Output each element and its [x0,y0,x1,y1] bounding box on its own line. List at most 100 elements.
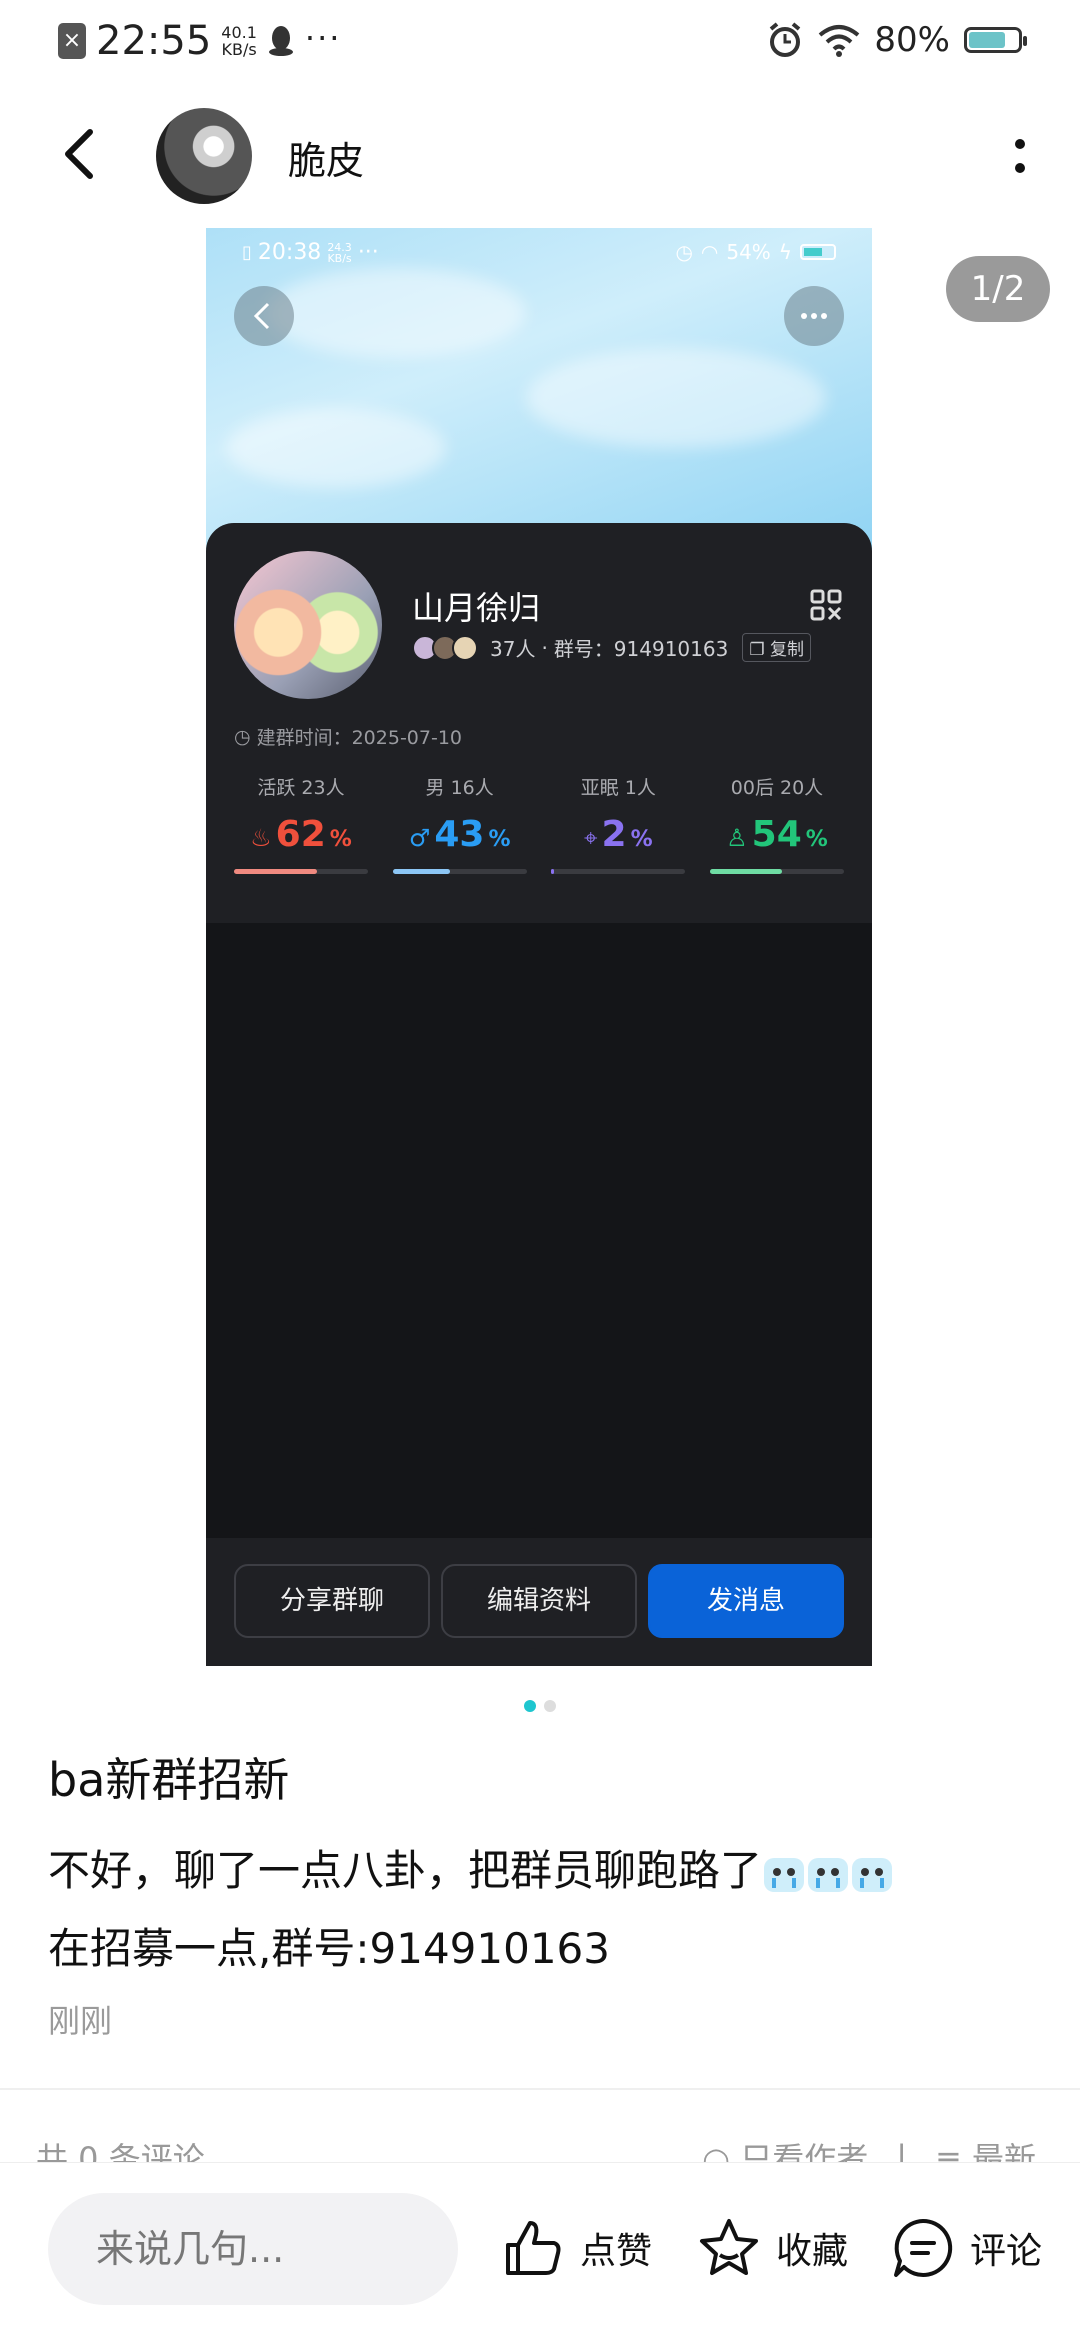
post-body-line: 不好，聊了一点八卦，把群员聊跑路了 [48,1832,1038,1910]
inner-network-speed: 24.3 KB/s [327,242,352,264]
network-speed: 40.1 KB/s [221,24,257,58]
qq-penguin-icon [268,26,293,56]
battery-percent: 80% [874,20,950,60]
comment-button[interactable]: 评论 [890,2215,1042,2281]
author-name[interactable]: 脆皮 [288,130,364,185]
inner-alarm-icon: ◷ [675,240,693,264]
post-body-text: 不好，聊了一点八卦，把群员聊跑路了 [48,1846,763,1895]
stat-label: 00后 20人 [730,777,824,799]
inner-status-left: ▯ 20:38 24.3 KB/s ··· [242,240,379,265]
stat-bar [234,869,368,874]
post-body: 不好，聊了一点八卦，把群员聊跑路了 在招募一点,群号:914910163 [48,1832,1038,1988]
inner-network-speed-value: 24.3 [327,240,352,254]
group-avatar [234,551,382,699]
comment-input[interactable]: 来说几句... [48,2193,458,2305]
crying-emoji-icon [764,1857,805,1892]
network-speed-unit: KB/s [221,40,257,59]
carousel-dots [0,1700,1080,1712]
stat-active: 活跃 23人 ♨ 62% [234,773,368,874]
group-number: 群号：914910163 [553,637,729,661]
stat-number: 2 [601,814,627,855]
inner-clock: 20:38 [257,240,322,265]
status-bar: × 22:55 40.1 KB/s ··· 80% [0,0,1080,84]
copy-label: 复制 [770,640,804,660]
copy-button: ❐ 复制 [742,633,811,662]
edit-profile-button: 编辑资料 [441,1564,637,1638]
group-meta: 37人 · 群号：914910163 ❐ 复制 [412,633,811,662]
clock-icon: ◷ [234,725,251,748]
stat-value: ♙ 54% [710,814,844,855]
stat-location: 亚眠 1人 ⌖ 2% [551,773,686,874]
group-banner: ▯ 20:38 24.3 KB/s ··· ◷ ◠ 54% ϟ [206,228,872,558]
favorite-label: 收藏 [776,2231,849,2272]
qr-code-icon [810,589,842,621]
stat-label: 男 16人 [425,777,494,799]
network-speed-value: 40.1 [221,23,257,42]
stat-bar-fill [551,869,554,874]
clock: 22:55 [96,18,212,64]
favorite-button[interactable]: 收藏 [696,2215,848,2281]
location-icon: ⌖ [584,824,598,852]
stat-label: 活跃 23人 [257,777,345,799]
carousel-dot-active[interactable] [524,1700,536,1712]
group-stats: 活跃 23人 ♨ 62% 男 16人 ♂ 43% 亚眠 1人 ⌖ 2 % 00后… [234,773,844,874]
post-title: ba新群招新 [48,1753,290,1807]
crying-emoji-icon [852,1857,893,1892]
stat-bar [551,869,686,874]
created-date-text: 建群时间：2025-07-10 [256,727,463,749]
more-vertical-icon[interactable] [1008,136,1032,180]
created-date: ◷ 建群时间：2025-07-10 [234,723,462,750]
stat-unit: % [488,827,511,852]
stat-age: 00后 20人 ♙ 54% [709,773,844,874]
inner-sim-icon: ▯ [242,242,252,263]
like-label: 点赞 [580,2231,653,2272]
post-image[interactable]: ▯ 20:38 24.3 KB/s ··· ◷ ◠ 54% ϟ 山月徐归 37人… [206,228,872,1666]
inner-wifi-icon: ◠ [700,240,719,264]
thumbs-up-icon [506,2221,561,2275]
alarm-icon [770,22,801,57]
inner-network-speed-unit: KB/s [327,251,352,265]
member-avatar [452,634,478,661]
stat-unit: % [805,827,828,852]
comment-bubble-icon [894,2218,953,2277]
battery-icon [964,27,1027,53]
like-button[interactable]: 点赞 [500,2215,652,2281]
image-pager: 1/2 [946,256,1050,322]
stat-male: 男 16人 ♂ 43% [392,773,527,874]
stat-bar-fill [709,869,783,874]
stat-number: 62 [275,814,326,855]
wifi-icon [819,25,860,57]
inner-status-right: ◷ ◠ 54% ϟ [675,240,836,264]
divider [0,2088,1080,2090]
more-notifications-icon: ··· [304,19,342,57]
group-name: 山月徐归 [412,589,541,627]
male-icon: ♂ [408,824,431,852]
bottom-action-bar: 来说几句... 点赞 收藏 评论 [0,2162,1080,2340]
author-avatar[interactable] [156,108,252,204]
stat-bar [392,869,527,874]
stat-number: 43 [434,814,485,855]
crying-emoji-icon [808,1857,849,1892]
group-info-card: 山月徐归 37人 · 群号：914910163 ❐ 复制 ◷ 建群时间：2025… [206,523,872,923]
status-right: 80% [766,20,1027,60]
comment-label: 评论 [970,2231,1043,2272]
carousel-dot[interactable] [544,1700,556,1712]
stat-bar [709,869,844,874]
person-icon: ♙ [726,824,748,852]
inner-charging-icon: ϟ [778,240,792,264]
flame-icon: ♨ [250,824,272,852]
stat-label: 亚眠 1人 [580,777,656,799]
post-timestamp: 刚刚 [48,2002,113,2040]
no-sim-icon: × [58,23,86,59]
inner-more-button-icon [784,286,844,346]
back-arrow-icon[interactable] [50,124,110,184]
share-group-button: 分享群聊 [234,1564,430,1638]
stat-number: 54 [751,814,802,855]
member-count: 37人 [490,637,536,661]
inner-back-icon [234,286,294,346]
meta-separator: · [541,635,548,660]
stat-value: ⌖ 2% [551,814,685,855]
send-message-button: 发消息 [648,1564,844,1638]
star-icon [700,2219,758,2275]
stat-bar-fill [234,869,318,874]
